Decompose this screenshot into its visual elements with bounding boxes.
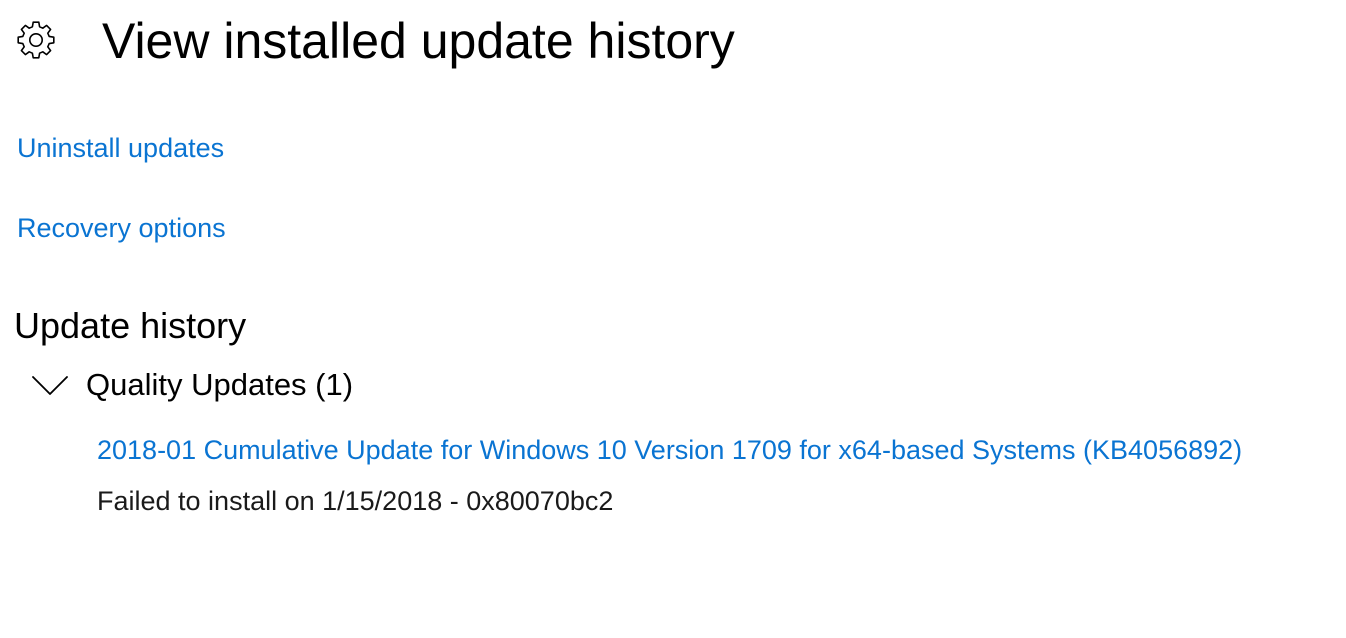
- page-header: View installed update history: [0, 0, 1346, 90]
- page-title: View installed update history: [102, 13, 735, 69]
- update-name-link[interactable]: 2018-01 Cumulative Update for Windows 10…: [97, 430, 1242, 470]
- quality-updates-group-toggle[interactable]: Quality Updates (1): [30, 364, 353, 406]
- quality-updates-group-title: Quality Updates (1): [86, 367, 354, 402]
- uninstall-updates-link[interactable]: Uninstall updates: [17, 131, 224, 165]
- chevron-down-icon: [30, 373, 70, 397]
- update-status-text: Failed to install on 1/15/2018 - 0x80070…: [97, 486, 614, 516]
- update-history-heading: Update history: [14, 305, 247, 346]
- gear-icon: [16, 20, 56, 60]
- update-list-item: 2018-01 Cumulative Update for Windows 10…: [97, 430, 1242, 518]
- recovery-options-link[interactable]: Recovery options: [17, 211, 226, 245]
- settings-page: View installed update history Uninstall …: [0, 0, 1346, 638]
